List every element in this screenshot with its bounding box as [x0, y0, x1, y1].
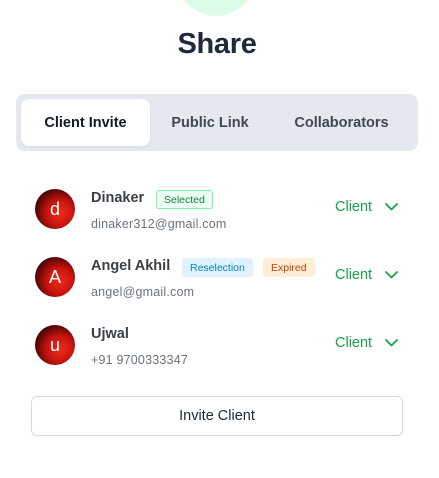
header-decoration-circle — [177, 0, 255, 16]
member-row: A Angel Akhil Reselection Expired angel@… — [35, 257, 405, 299]
role-dropdown[interactable]: Client — [335, 267, 398, 283]
avatar: u — [35, 325, 75, 365]
role-label: Client — [335, 199, 373, 215]
member-name: Ujwal — [91, 326, 129, 342]
share-dialog: Share Client Invite Public Link Collabor… — [0, 0, 439, 478]
tab-public-link[interactable]: Public Link — [150, 99, 270, 146]
status-badge-selected: Selected — [156, 190, 213, 209]
member-row: d Dinaker Selected dinaker312@gmail.com … — [35, 189, 405, 231]
member-name: Angel Akhil — [91, 258, 171, 274]
member-row: u Ujwal +91 9700333347 Client — [35, 325, 405, 367]
avatar: A — [35, 257, 75, 297]
tab-collaborators[interactable]: Collaborators — [270, 99, 413, 146]
status-badge-reselection: Reselection — [182, 258, 253, 277]
chevron-down-icon — [385, 271, 398, 279]
member-phone: +91 9700333347 — [91, 353, 188, 367]
chevron-down-icon — [385, 339, 398, 347]
role-label: Client — [335, 335, 373, 351]
member-name: Dinaker — [91, 190, 145, 206]
status-badge-expired: Expired — [263, 258, 315, 277]
invite-client-button[interactable]: Invite Client — [31, 396, 403, 436]
role-dropdown[interactable]: Client — [335, 199, 398, 215]
member-email: angel@gmail.com — [91, 285, 195, 299]
role-label: Client — [335, 267, 373, 283]
member-email: dinaker312@gmail.com — [91, 217, 227, 231]
avatar: d — [35, 189, 75, 229]
chevron-down-icon — [385, 203, 398, 211]
role-dropdown[interactable]: Client — [335, 335, 398, 351]
share-tabs: Client Invite Public Link Collaborators — [16, 94, 418, 151]
page-title: Share — [177, 28, 257, 60]
tab-client-invite[interactable]: Client Invite — [21, 99, 150, 146]
